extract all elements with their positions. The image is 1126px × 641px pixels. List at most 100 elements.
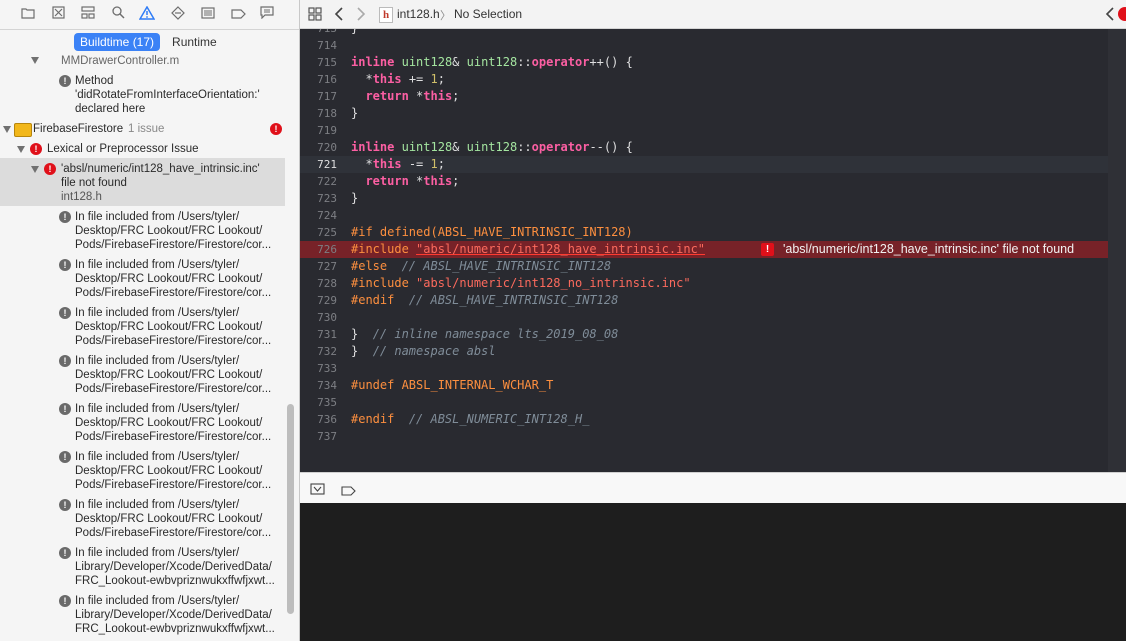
list-item[interactable]: ! In file included from /Users/tyler/Libr… <box>0 544 285 590</box>
list-item[interactable]: ! In file included from /Users/tyler/Desk… <box>0 256 285 302</box>
code-line: 735 <box>300 394 1108 411</box>
issue-text: 'absl/numeric/int128_have_intrinsic.inc' <box>61 163 260 175</box>
line-number[interactable]: 728 <box>300 275 337 292</box>
code-token: #if defined(ABSL_HAVE_INTRINSIC_INT128) <box>351 225 633 239</box>
line-number[interactable]: 734 <box>300 377 337 394</box>
navigator-scrollbar[interactable] <box>287 404 294 614</box>
tab-runtime[interactable]: Runtime <box>166 33 223 51</box>
disclosure-triangle-icon[interactable] <box>31 166 39 173</box>
issue-count: 1 issue <box>128 123 165 135</box>
line-number[interactable]: 714 <box>300 37 337 54</box>
issue-back-chevron-icon[interactable] <box>1105 7 1115 26</box>
disclosure-triangle-icon[interactable] <box>3 126 11 133</box>
code-text: } // namespace absl <box>351 343 496 360</box>
category-row[interactable]: ! Lexical or Preprocessor Issue <box>0 140 285 158</box>
project-row[interactable]: FirebaseFirestore 1 issue ! <box>0 120 285 138</box>
line-number[interactable]: 716 <box>300 71 337 88</box>
line-number[interactable]: 725 <box>300 224 337 241</box>
error-annotation-icon[interactable]: ! <box>761 243 774 256</box>
breakpoint-icon[interactable] <box>230 6 246 22</box>
line-number[interactable]: 736 <box>300 411 337 428</box>
code-line: 719 <box>300 122 1108 139</box>
debug-bar <box>300 472 1126 504</box>
code-line: 731} // inline namespace lts_2019_08_08 <box>300 326 1108 343</box>
find-icon[interactable] <box>110 6 126 22</box>
note-text: Desktop/FRC Lookout/FRC Lookout/ <box>75 321 263 333</box>
note-text: Pods/FirebaseFirestore/Firestore/cor... <box>75 479 272 491</box>
line-number[interactable]: 715 <box>300 54 337 71</box>
list-item[interactable]: MMDrawerController.m <box>0 52 285 70</box>
line-number[interactable]: 735 <box>300 394 337 411</box>
list-item[interactable]: ! In file included from /Users/tyler/Desk… <box>0 352 285 398</box>
editor-scrollbar-track[interactable] <box>1108 29 1126 472</box>
line-number[interactable]: 731 <box>300 326 337 343</box>
file-name: MMDrawerController.m <box>61 55 180 67</box>
disclosure-triangle-icon[interactable] <box>17 146 25 153</box>
line-number[interactable]: 726 <box>300 241 337 258</box>
issue-warning-icon[interactable] <box>138 5 156 22</box>
code-token: 1 <box>430 72 438 86</box>
code-line: 730 <box>300 309 1108 326</box>
symbol-icon[interactable] <box>80 6 96 22</box>
source-control-icon[interactable] <box>50 6 66 22</box>
code-line: 727 #else // ABSL_HAVE_INTRINSIC_INT128 <box>300 258 1108 275</box>
list-item[interactable]: ! In file included from /Users/tyler/Desk… <box>0 208 285 254</box>
line-number[interactable]: 717 <box>300 88 337 105</box>
error-message[interactable]: 'absl/numeric/int128_have_intrinsic.inc'… <box>783 241 1074 258</box>
folder-icon[interactable] <box>20 6 36 22</box>
source-editor[interactable]: 713}714715inline uint128& uint128::opera… <box>300 29 1108 472</box>
line-number[interactable]: 733 <box>300 360 337 377</box>
code-text: inline uint128& uint128::operator--() { <box>351 139 633 156</box>
line-number[interactable]: 723 <box>300 190 337 207</box>
line-number[interactable]: 737 <box>300 428 337 445</box>
disclosure-triangle-icon[interactable] <box>31 57 39 64</box>
line-number[interactable]: 713 <box>300 29 337 37</box>
line-number[interactable]: 718 <box>300 105 337 122</box>
tab-buildtime[interactable]: Buildtime (17) <box>74 33 161 51</box>
breakpoints-toggle-icon[interactable] <box>341 483 356 501</box>
error-indicator-icon[interactable] <box>1118 7 1126 21</box>
list-item[interactable]: ! In file included from /Users/tyler/Desk… <box>0 448 285 494</box>
code-line: 728 #include "absl/numeric/int128_no_intr… <box>300 275 1108 292</box>
list-item[interactable]: ! Method 'didRotateFromInterfaceOrientat… <box>0 72 285 118</box>
code-line: 736 #endif // ABSL_NUMERIC_INT128_H_ <box>300 411 1108 428</box>
line-number[interactable]: 732 <box>300 343 337 360</box>
selected-issue-row[interactable]: ! 'absl/numeric/int128_have_intrinsic.in… <box>0 158 285 206</box>
forward-chevron-icon[interactable] <box>356 7 366 26</box>
debug-icon[interactable] <box>200 6 216 22</box>
back-chevron-icon[interactable] <box>334 7 344 26</box>
line-number[interactable]: 722 <box>300 173 337 190</box>
code-token: ; <box>437 72 445 86</box>
project-toolbox-icon <box>14 123 32 137</box>
code-token: this <box>423 89 453 103</box>
code-text: #include "absl/numeric/int128_no_intrins… <box>351 275 691 292</box>
breadcrumb-selection[interactable]: No Selection <box>454 7 522 21</box>
note-text: In file included from /Users/tyler/ <box>75 355 240 367</box>
line-number[interactable]: 727 <box>300 258 337 275</box>
line-number[interactable]: 720 <box>300 139 337 156</box>
code-text: inline uint128& uint128::operator++() { <box>351 54 633 71</box>
hide-debug-area-icon[interactable] <box>310 482 325 500</box>
code-token: uint128 <box>401 55 453 69</box>
list-item[interactable]: ! In file included from /Users/tyler/Desk… <box>0 496 285 542</box>
code-token: * <box>351 72 373 86</box>
line-number[interactable]: 719 <box>300 122 337 139</box>
line-number[interactable]: 721 <box>300 156 337 173</box>
line-number[interactable]: 730 <box>300 309 337 326</box>
breadcrumb-file[interactable]: int128.h <box>397 7 440 21</box>
line-number[interactable]: 724 <box>300 207 337 224</box>
console-area[interactable] <box>300 503 1126 641</box>
list-item[interactable]: ! In file included from /Users/tyler/Libr… <box>0 592 285 638</box>
code-token: uint128 <box>401 140 453 154</box>
list-item[interactable]: ! In file included from /Users/tyler/Desk… <box>0 304 285 350</box>
list-item[interactable]: ! In file included from /Users/tyler/Desk… <box>0 400 285 446</box>
report-icon[interactable] <box>259 6 275 22</box>
test-diamond-icon[interactable] <box>170 6 186 22</box>
line-number[interactable]: 729 <box>300 292 337 309</box>
related-items-grid-icon[interactable] <box>308 7 322 26</box>
code-line: 732 } // namespace absl <box>300 343 1108 360</box>
code-token: #endif <box>351 293 395 307</box>
code-token: #include <box>351 276 417 290</box>
code-token: // ABSL_NUMERIC_INT128_H_ <box>408 412 590 426</box>
